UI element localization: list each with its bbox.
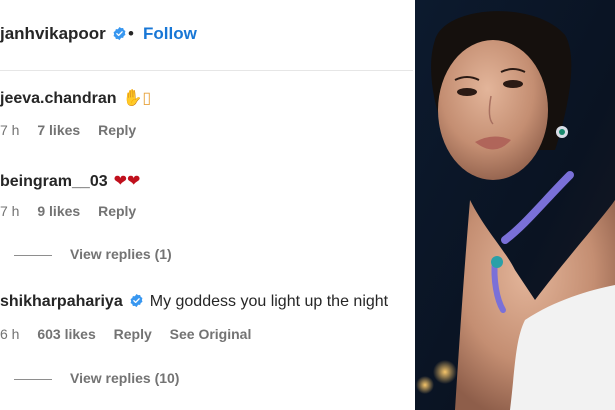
comment-meta: 7 h 9 likes Reply — [0, 203, 150, 219]
comments-panel: janhvikapoor • Follow jeeva.chandran ✋▯ 7… — [0, 0, 415, 410]
comment-meta: 6 h 603 likes Reply See Original — [0, 326, 265, 342]
divider-line — [14, 378, 52, 380]
verified-badge-icon — [113, 26, 126, 41]
separator-dot: • — [128, 24, 134, 43]
reply-button[interactable]: Reply — [98, 203, 136, 219]
comment-text: My goddess you light up the night — [149, 293, 389, 310]
post-author[interactable]: janhvikapoor — [0, 24, 127, 44]
comment-likes[interactable]: 603 likes — [37, 326, 95, 342]
post-header: janhvikapoor • Follow — [0, 0, 415, 71]
divider-line — [14, 254, 52, 256]
comment-username[interactable]: shikharpahariya — [0, 293, 123, 310]
post-photo[interactable] — [415, 0, 615, 410]
post-author-username[interactable]: janhvikapoor — [0, 24, 106, 43]
comment-likes[interactable]: 7 likes — [37, 122, 80, 138]
view-replies-label[interactable]: View replies (10) — [70, 370, 179, 386]
comment-time[interactable]: 6 h — [0, 326, 19, 342]
comment-row: beingram__03 ❤❤ — [0, 171, 140, 191]
comment-username[interactable]: beingram__03 — [0, 173, 108, 190]
reply-button[interactable]: Reply — [98, 122, 136, 138]
follow-button[interactable]: Follow — [143, 24, 197, 44]
comment-likes[interactable]: 9 likes — [37, 203, 80, 219]
comment-meta: 7 h 7 likes Reply — [0, 122, 150, 138]
comment-text: ❤❤ — [113, 173, 141, 190]
view-replies-button[interactable]: View replies (1) — [0, 246, 172, 262]
comment-row: jeeva.chandran ✋▯ — [0, 88, 151, 108]
view-replies-label[interactable]: View replies (1) — [70, 246, 172, 262]
comment-text: ✋▯ — [122, 90, 152, 107]
reply-button[interactable]: Reply — [114, 326, 152, 342]
portrait-photo — [415, 0, 615, 410]
comment-time[interactable]: 7 h — [0, 203, 19, 219]
comment-username[interactable]: jeeva.chandran — [0, 90, 117, 107]
comment-row: shikharpahariya My goddess you light up t… — [0, 293, 388, 311]
view-replies-button[interactable]: View replies (10) — [0, 370, 179, 386]
comment-time[interactable]: 7 h — [0, 122, 19, 138]
see-original-button[interactable]: See Original — [170, 326, 252, 342]
verified-badge-icon — [130, 293, 143, 308]
